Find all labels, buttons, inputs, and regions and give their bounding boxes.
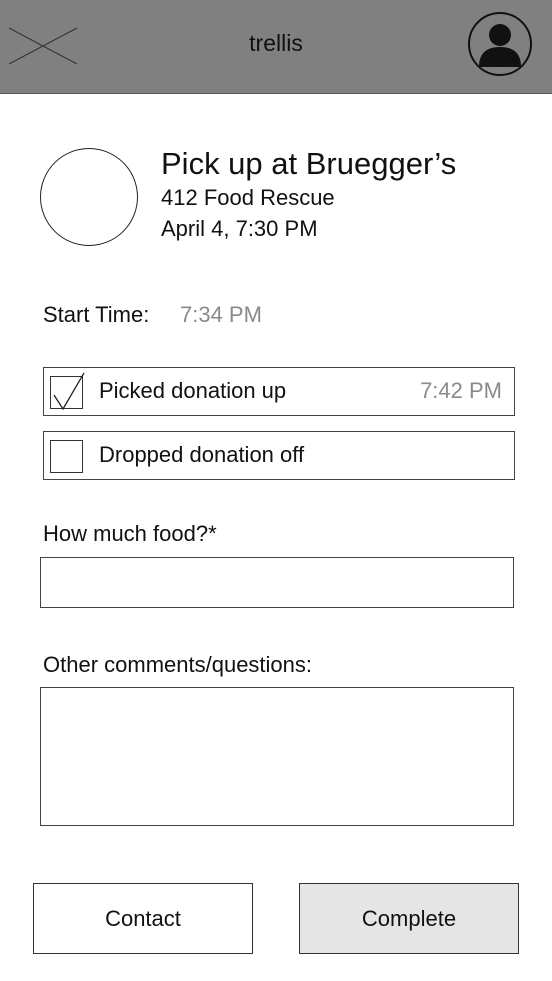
user-avatar-icon[interactable] [467, 11, 533, 77]
contact-button[interactable]: Contact [33, 883, 253, 954]
comments-textarea[interactable] [40, 687, 514, 826]
pickup-title: Pick up at Bruegger’s [161, 146, 457, 181]
dropped-off-checkbox[interactable] [50, 440, 83, 473]
picked-up-checkbox[interactable] [50, 372, 85, 411]
comments-label: Other comments/questions: [43, 652, 313, 677]
start-time-label: Start Time: [43, 302, 150, 327]
organization-name: 412 Food Rescue [161, 185, 335, 210]
food-amount-label: How much food?* [43, 521, 217, 546]
pickup-datetime: April 4, 7:30 PM [161, 216, 318, 241]
app-header: trellis [0, 0, 552, 94]
task-time: 7:42 PM [420, 378, 502, 403]
donor-logo-placeholder [40, 148, 138, 246]
start-time-value: 7:34 PM [180, 302, 262, 327]
checkmark-icon [53, 372, 85, 411]
task-label: Picked donation up [99, 378, 287, 403]
food-amount-input[interactable] [40, 557, 514, 608]
task-picked-up[interactable]: Picked donation up 7:42 PM [43, 367, 515, 416]
complete-button[interactable]: Complete [299, 883, 519, 954]
task-label: Dropped donation off [99, 442, 305, 467]
task-dropped-off[interactable]: Dropped donation off [43, 431, 515, 480]
